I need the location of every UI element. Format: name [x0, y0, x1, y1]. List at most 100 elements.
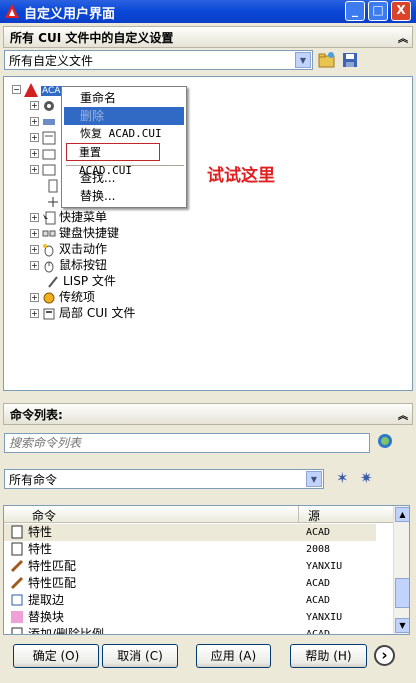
- command-search-input[interactable]: [4, 433, 370, 453]
- title-bar: 自定义用户界面 _ □ X: [0, 0, 416, 23]
- table-row[interactable]: 提取边 ACAD: [4, 592, 376, 609]
- command-filter-select[interactable]: 所有命令 ▼: [4, 469, 324, 489]
- help-button[interactable]: 帮助 (H): [290, 644, 367, 668]
- tree-item-lisp-files[interactable]: LISP 文件: [46, 273, 116, 289]
- keyboard-icon: [42, 227, 56, 241]
- table-row[interactable]: 特性匹配 YANXIU: [4, 558, 376, 575]
- menu-item-delete[interactable]: 删除: [64, 107, 184, 125]
- gear-icon: [42, 99, 56, 113]
- table-row[interactable]: 替换块 YANXIU: [4, 609, 376, 626]
- document-icon: [46, 179, 60, 193]
- match-properties-icon: [10, 576, 24, 590]
- window-title: 自定义用户界面: [24, 7, 116, 22]
- expand-icon[interactable]: +: [30, 309, 39, 318]
- minimize-button[interactable]: _: [345, 1, 365, 21]
- save-icon[interactable]: [342, 52, 358, 68]
- menu-item-reset[interactable]: 重置 ACAD.CUI: [66, 143, 160, 177]
- command-table[interactable]: 命令 源 特性 ACAD 特性 2008 特性匹配 YANXIU 特性匹配 ACAD 提…: [3, 505, 410, 635]
- menu-item-rename[interactable]: 重命名: [64, 89, 184, 107]
- annotation-text: 试试这里: [207, 166, 275, 186]
- column-header-source[interactable]: 源: [308, 507, 320, 524]
- folder-icon: [42, 147, 56, 161]
- tree-item-label: 快捷菜单: [59, 210, 108, 224]
- collapse-icon[interactable]: ︽: [398, 30, 408, 45]
- new-command-star-icon[interactable]: ✷: [360, 469, 373, 487]
- menu-item-restore[interactable]: 恢复 ACAD.CUI: [64, 125, 184, 143]
- command-list-header[interactable]: 命令列表: ︽: [3, 403, 413, 425]
- scroll-down-icon[interactable]: ▼: [395, 618, 409, 633]
- expand-icon[interactable]: +: [30, 229, 39, 238]
- tree-node[interactable]: +: [30, 97, 59, 113]
- properties-icon: [10, 525, 24, 539]
- command-name: 特性: [28, 525, 53, 539]
- tree-item-label: 键盘快捷键: [59, 226, 120, 240]
- menu-item-find[interactable]: 查找...: [64, 169, 184, 187]
- tree-item-double-click[interactable]: + 双击动作: [30, 241, 107, 257]
- tree-item-keyboard-shortcuts[interactable]: + 键盘快捷键: [30, 225, 119, 241]
- search-icon[interactable]: [377, 433, 395, 451]
- legacy-icon: [42, 291, 56, 305]
- scale-list-icon: [10, 627, 24, 634]
- column-header-command[interactable]: 命令: [32, 507, 56, 524]
- tree-item-mouse-buttons[interactable]: + 鼠标按钮: [30, 257, 107, 273]
- scroll-up-icon[interactable]: ▲: [395, 507, 409, 522]
- scrollbar[interactable]: ▲ ▼: [393, 506, 409, 634]
- tree-item-label: 传统项: [59, 290, 96, 304]
- column-divider: [298, 506, 299, 523]
- extract-edges-icon: [10, 593, 24, 607]
- tree-node[interactable]: +: [30, 145, 59, 161]
- properties-icon: [10, 542, 24, 556]
- expand-icon[interactable]: +: [30, 165, 39, 174]
- tree-item-shortcut-menu[interactable]: + 快捷菜单: [30, 209, 107, 225]
- command-name: 添加/删除比例: [28, 627, 105, 635]
- tree-item-partial-cui[interactable]: + 局部 CUI 文件: [30, 305, 135, 321]
- new-command-icon[interactable]: ✶: [336, 469, 349, 487]
- expand-icon[interactable]: +: [30, 117, 39, 126]
- expand-icon[interactable]: +: [30, 245, 39, 254]
- command-name: 特性匹配: [28, 576, 77, 590]
- expand-icon[interactable]: +: [30, 101, 39, 110]
- shortcut-menu-icon: [42, 211, 56, 225]
- command-name: 替换块: [28, 610, 65, 624]
- expand-icon[interactable]: +: [30, 213, 39, 222]
- more-button[interactable]: ›: [374, 645, 395, 666]
- table-row[interactable]: 特性 2008: [4, 541, 376, 558]
- tree-item-label: 局部 CUI 文件: [59, 306, 136, 320]
- tree-root[interactable]: − ACAD: [12, 81, 69, 97]
- scroll-thumb[interactable]: [395, 578, 409, 608]
- tree-item-legacy[interactable]: + 传统项: [30, 289, 95, 305]
- tree-node[interactable]: +: [30, 129, 59, 145]
- tree-node[interactable]: +: [30, 161, 59, 177]
- open-folder-icon[interactable]: [318, 51, 336, 69]
- expand-icon[interactable]: +: [30, 293, 39, 302]
- command-source: 2008: [306, 544, 331, 555]
- maximize-button[interactable]: □: [368, 1, 388, 21]
- acad-icon: [24, 82, 38, 97]
- section-title: 命令列表:: [10, 408, 63, 422]
- cui-file-select[interactable]: 所有自定义文件 ▼: [4, 50, 313, 70]
- close-button[interactable]: X: [391, 1, 411, 21]
- menu-icon: [42, 131, 56, 145]
- chevron-down-icon[interactable]: ▼: [306, 471, 322, 487]
- ok-button[interactable]: 确定 (O): [13, 644, 99, 668]
- apply-button[interactable]: 应用 (A): [196, 644, 271, 668]
- expand-icon[interactable]: +: [30, 261, 39, 270]
- app-icon: [4, 3, 20, 19]
- command-source: ACAD: [306, 595, 331, 606]
- command-name: 特性匹配: [28, 559, 77, 573]
- tree-item-label: 双击动作: [59, 242, 108, 256]
- command-source: ACAD: [306, 629, 331, 635]
- cui-section-header[interactable]: 所有 CUI 文件中的自定义设置 ︽: [3, 26, 413, 48]
- table-row[interactable]: 特性 ACAD: [4, 524, 376, 541]
- cancel-button[interactable]: 取消 (C): [102, 644, 178, 668]
- chevron-down-icon[interactable]: ▼: [295, 52, 311, 68]
- collapse-toggle-icon[interactable]: −: [12, 85, 21, 94]
- table-row[interactable]: 特性匹配 ACAD: [4, 575, 376, 592]
- expand-icon[interactable]: +: [30, 133, 39, 142]
- menu-item-replace[interactable]: 替换...: [64, 187, 184, 205]
- table-row[interactable]: 添加/删除比例 ACAD: [4, 626, 376, 635]
- command-filter-value: 所有命令: [9, 473, 58, 487]
- tree-node[interactable]: +: [30, 113, 59, 129]
- expand-icon[interactable]: +: [30, 149, 39, 158]
- collapse-icon[interactable]: ︽: [398, 407, 408, 422]
